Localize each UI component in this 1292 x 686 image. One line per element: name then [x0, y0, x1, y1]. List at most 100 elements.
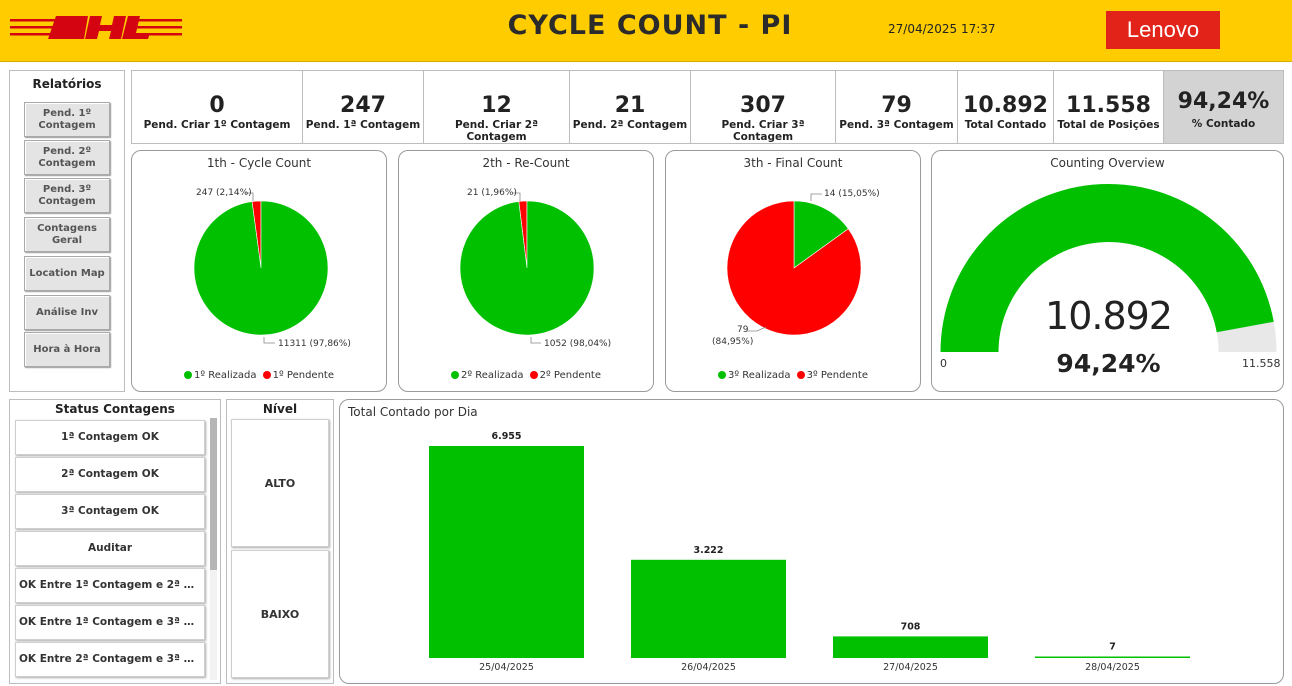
kpi-card: 10.892 Total Contado — [958, 71, 1054, 143]
bar[interactable] — [631, 559, 786, 658]
status-scrollbar[interactable] — [210, 418, 217, 680]
x-tick-label: 27/04/2025 — [883, 662, 938, 673]
kpi-card: 11.558 Total de Posições — [1054, 71, 1164, 143]
nivel-item-baixo[interactable]: BAIXO — [231, 550, 329, 678]
reports-sidebar: Relatórios Pend. 1º Contagem Pend. 2º Co… — [9, 70, 125, 392]
bar-chart-panel: Total Contado por Dia 6.955 25/04/2025 3.2… — [339, 399, 1284, 684]
pie-slice[interactable] — [193, 200, 329, 336]
sidebar-title: Relatórios — [32, 77, 102, 91]
page-title: CYCLE COUNT - PI — [507, 10, 793, 41]
bar-value-label: 708 — [901, 621, 921, 632]
header-bar: CYCLE COUNT - PI 27/04/2025 17:37 Lenovo — [0, 0, 1292, 62]
kpi-label: Pend. 2ª Contagem — [572, 119, 688, 131]
pie-legend: 2º Realizada 2º Pendente — [399, 370, 653, 381]
kpi-card: 21 Pend. 2ª Contagem — [570, 71, 691, 143]
pie-slice-label-small: 14 (15,05%) — [824, 189, 880, 199]
pie-slice-label-large-percent: (84,95%) — [712, 337, 754, 347]
legend-label: 1º Pendente — [272, 370, 334, 381]
gauge-panel-counting-overview: Counting Overview 10.892 94,24% 0 11.558 — [931, 150, 1284, 392]
last-update-datetime: 27/04/2025 17:37 — [888, 22, 996, 36]
kpi-label: Pend. Criar 1º Contagem — [143, 119, 291, 131]
legend-red-dot — [262, 371, 271, 379]
x-tick-label: 26/04/2025 — [681, 662, 736, 673]
dhl-logo — [10, 16, 182, 39]
kpi-value: 94,24% — [1177, 89, 1270, 114]
status-item-ok-1-2[interactable]: OK Entre 1ª Contagem e 2ª Contagem — [15, 568, 205, 603]
bar-value-label: 6.955 — [491, 431, 521, 442]
legend-label: 3º Realizada — [728, 370, 791, 381]
pie-slice-label-small: 21 (1,96%) — [467, 188, 517, 198]
kpi-label: Pend. Criar 2ª Contagem — [454, 119, 539, 143]
nav-button-hora-a-hora[interactable]: Hora à Hora — [24, 332, 110, 367]
kpi-label: Total Contado — [964, 119, 1047, 131]
nav-button-contagens-geral[interactable]: Contagens Geral — [24, 217, 110, 252]
bar[interactable] — [429, 446, 584, 658]
nav-button-pend-1-contagem[interactable]: Pend. 1º Contagem — [24, 102, 110, 137]
status-item-3-contagem-ok[interactable]: 3ª Contagem OK — [15, 494, 205, 529]
kpi-label: Total de Posições — [1057, 119, 1160, 131]
nivel-slicer: Nível ALTO BAIXO — [226, 399, 334, 684]
kpi-value: 11.558 — [1066, 93, 1151, 118]
x-tick-label: 25/04/2025 — [479, 662, 534, 673]
kpi-card: 79 Pend. 3ª Contagem — [836, 71, 958, 143]
pie-panel-final-count: 3th - Final Count 14 (15,05%) 79 (84,95%… — [665, 150, 921, 392]
nav-button-analise-inv[interactable]: Análise Inv — [24, 295, 110, 330]
status-item-2-contagem-ok[interactable]: 2ª Contagem OK — [15, 457, 205, 492]
legend-green-dot — [451, 371, 460, 379]
kpi-label: Pend. Criar 3ª Contagem — [721, 119, 805, 143]
kpi-value: 21 — [614, 93, 646, 118]
bar-value-label: 3.222 — [693, 545, 723, 556]
legend-red-dot — [796, 371, 805, 379]
kpi-value: 247 — [340, 93, 386, 118]
x-tick-label: 28/04/2025 — [1085, 662, 1140, 673]
gauge-percent: 94,24% — [1056, 349, 1161, 378]
legend-label: 2º Realizada — [461, 370, 524, 381]
kpi-value: 12 — [481, 93, 512, 118]
kpi-card-percent: 94,24% % Contado — [1164, 71, 1283, 143]
nivel-title: Nível — [262, 402, 298, 416]
pie-slice[interactable] — [459, 200, 595, 336]
bar[interactable] — [833, 636, 988, 658]
legend-green-dot — [718, 371, 727, 379]
status-item-ok-1-3[interactable]: OK Entre 1ª Contagem e 3ª Contagem — [15, 605, 205, 640]
nav-button-location-map[interactable]: Location Map — [24, 256, 110, 291]
kpi-value: 10.892 — [963, 93, 1048, 118]
legend-red-dot — [529, 371, 538, 379]
kpi-value: 79 — [881, 93, 912, 118]
status-title: Status Contagens — [55, 402, 175, 416]
lenovo-logo: Lenovo — [1106, 11, 1220, 49]
kpi-card: 0 Pend. Criar 1º Contagem — [132, 71, 303, 143]
status-item-auditar[interactable]: Auditar — [15, 531, 205, 566]
kpi-card: 12 Pend. Criar 2ª Contagem — [424, 71, 570, 143]
pie-chart-svg — [459, 192, 595, 344]
legend-label: 3º Pendente — [806, 370, 868, 381]
bar-value-label: 7 — [1109, 642, 1116, 653]
pie-legend: 3º Realizada 3º Pendente — [666, 370, 920, 381]
nav-button-pend-2-contagem[interactable]: Pend. 2º Contagem — [24, 140, 110, 175]
status-item-ok-2-3[interactable]: OK Entre 2ª Contagem e 3ª Contagem — [15, 642, 205, 677]
nav-button-pend-3-contagem[interactable]: Pend. 3º Contagem — [24, 178, 110, 213]
kpi-row: 0 Pend. Criar 1º Contagem 247 Pend. 1ª C… — [131, 70, 1284, 144]
status-item-1-contagem-ok[interactable]: 1ª Contagem OK — [15, 420, 205, 455]
bar[interactable] — [1035, 656, 1190, 659]
nivel-item-alto[interactable]: ALTO — [231, 419, 329, 547]
legend-green-dot — [184, 371, 193, 379]
gauge-min-label: 0 — [940, 357, 947, 370]
legend-label: 1º Realizada — [194, 370, 257, 381]
kpi-card: 247 Pend. 1ª Contagem — [303, 71, 424, 143]
kpi-value: 307 — [740, 93, 786, 118]
kpi-card: 307 Pend. Criar 3ª Contagem — [691, 71, 836, 143]
pie-chart-svg — [193, 192, 329, 344]
pie-panel-re-count: 2th - Re-Count 21 (1,96%) 1052 (98,04%) … — [398, 150, 654, 392]
kpi-label: % Contado — [1191, 118, 1256, 130]
pie-slice-label-large: 11311 (97,86%) — [278, 339, 351, 349]
pie-legend: 1º Realizada 1º Pendente — [132, 370, 386, 381]
kpi-label: Pend. 1ª Contagem — [305, 119, 421, 131]
status-scrollbar-thumb[interactable] — [210, 418, 217, 570]
status-contagens-slicer: Status Contagens 1ª Contagem OK 2ª Conta… — [9, 399, 221, 684]
kpi-label: Pend. 3ª Contagem — [839, 119, 954, 131]
pie-chart-svg — [726, 193, 862, 336]
legend-label: 2º Pendente — [539, 370, 601, 381]
pie-slice-label-small: 247 (2,14%) — [196, 188, 252, 198]
kpi-value: 0 — [209, 93, 225, 118]
